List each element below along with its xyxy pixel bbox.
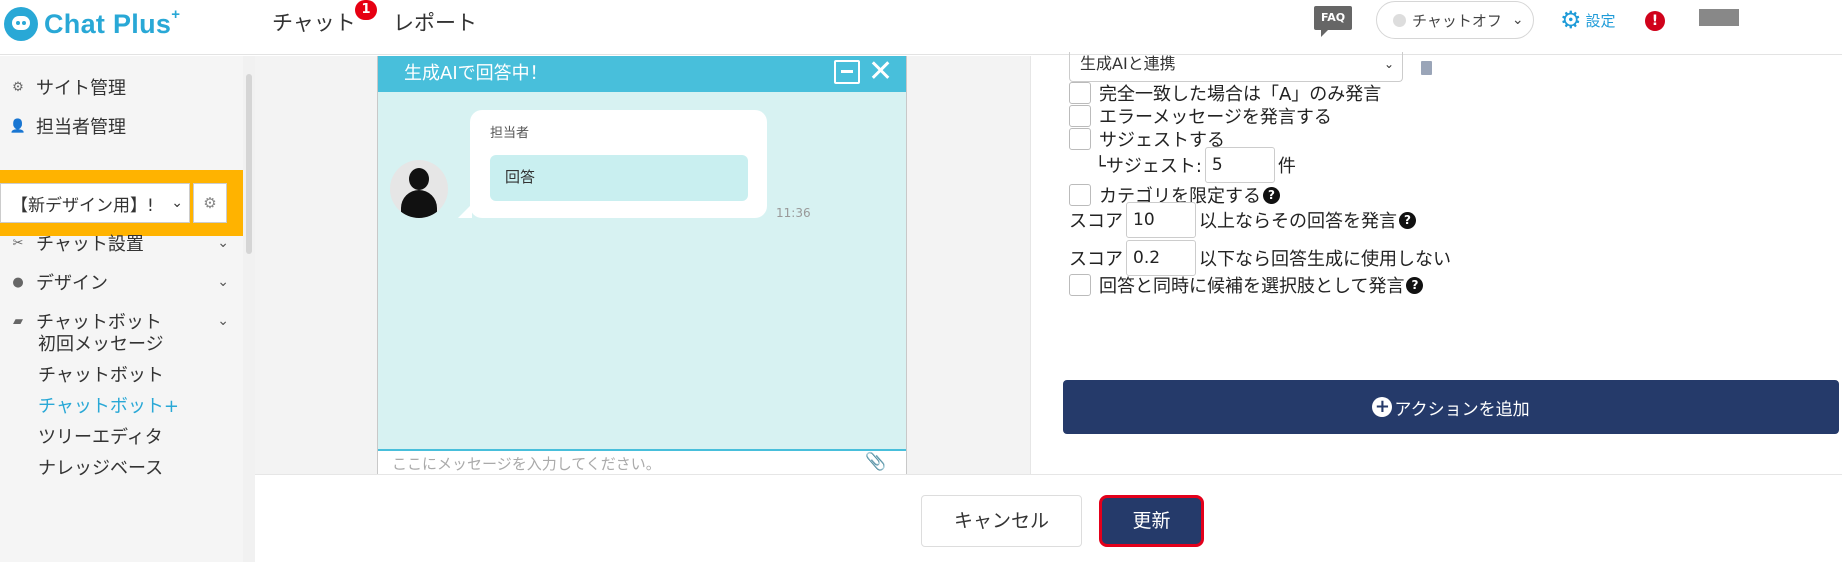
- add-action-label: アクションを追加: [1394, 399, 1530, 420]
- chat-title: 生成AIで回答中！: [404, 63, 548, 84]
- agent-name: 担当者: [490, 126, 530, 141]
- sidebar-subitem-chatbot[interactable]: チャットボット: [38, 361, 164, 387]
- score-high-label: 以上ならその回答を発言: [1199, 211, 1397, 232]
- sidebar-item-staff-management[interactable]: 👤 担当者管理: [0, 113, 243, 139]
- suggest-count-label: └サジェスト:: [1095, 156, 1202, 177]
- mini-toggle[interactable]: [1421, 61, 1432, 75]
- footer-bar: キャンセル 更新: [255, 474, 1842, 562]
- nav-chat[interactable]: チャット: [272, 7, 356, 37]
- logo-text: Chat Plus+: [44, 5, 181, 39]
- answer-text: 回答: [490, 155, 748, 201]
- minimize-icon[interactable]: [834, 60, 860, 84]
- chat-status-label: チャットオフ: [1412, 11, 1502, 30]
- ai-mode-select[interactable]: 生成AIと連携 ⌄: [1069, 52, 1403, 82]
- chevron-down-icon: ⌄: [1383, 57, 1394, 71]
- score-high-row: スコア 10 以上ならその回答を発言 ?: [1069, 202, 1416, 238]
- help-icon[interactable]: ?: [1399, 211, 1416, 229]
- chat-preview-window: 生成AIで回答中！ ✕ 担当者 回答 11:36 ここにメッセージを入力してくだ…: [377, 55, 907, 474]
- chat-message-input[interactable]: ここにメッセージを入力してください。 📎: [378, 449, 906, 474]
- sidebar-item-label: 担当者管理: [36, 117, 126, 138]
- sidebar-item-chat-setup[interactable]: ✂ チャット設置 ⌄: [0, 230, 243, 256]
- faq-icon[interactable]: FAQ: [1314, 6, 1352, 37]
- score-label: スコア: [1069, 211, 1123, 232]
- score-low-input[interactable]: 0.2: [1126, 240, 1196, 276]
- sidebar-item-design[interactable]: ● デザイン ⌄: [0, 269, 243, 295]
- add-action-button[interactable]: + アクションを追加: [1063, 380, 1839, 434]
- candidates-checkbox[interactable]: [1069, 274, 1091, 296]
- score-label: スコア: [1069, 249, 1123, 270]
- cancel-button[interactable]: キャンセル: [921, 495, 1082, 547]
- sidebar-subitem-tree-editor[interactable]: ツリーエディタ: [38, 423, 163, 449]
- error-message-checkbox[interactable]: [1069, 105, 1091, 127]
- chevron-down-icon: ⌄: [171, 195, 183, 211]
- user-gear-icon: 👤: [9, 118, 27, 134]
- gear-icon: ⚙: [12, 79, 24, 95]
- ai-mode-value: 生成AIと連携: [1080, 54, 1176, 73]
- sidebar: ⚙ サイト管理 👤 担当者管理 【新デザイン用】! ⌄ ⚙ ✂ チャット設置 ⌄…: [0, 56, 243, 562]
- update-button[interactable]: 更新: [1099, 495, 1204, 547]
- comments-icon: ▰: [13, 313, 23, 329]
- settings-panel: 生成AIと連携 ⌄ 完全一致した場合は「A」のみ発言 エラーメッセージを発言する…: [1030, 52, 1842, 474]
- tools-icon: ✂: [12, 235, 24, 251]
- option-label: 回答と同時に候補を選択肢として発言: [1099, 276, 1405, 297]
- plus-icon: +: [1372, 397, 1393, 417]
- sidebar-item-site-management[interactable]: ⚙ サイト管理: [0, 74, 243, 100]
- site-settings-gear-icon[interactable]: ⚙: [193, 183, 227, 223]
- close-icon[interactable]: ✕: [868, 55, 893, 89]
- sidebar-item-label: チャット設置: [36, 234, 144, 255]
- message-bubble: 担当者 回答: [458, 110, 767, 218]
- user-menu[interactable]: [1699, 9, 1739, 26]
- suggest-count-row: └サジェスト: 5 件: [1095, 147, 1296, 183]
- suggest-count-input[interactable]: 5: [1204, 147, 1275, 183]
- status-dot-icon: [1393, 13, 1406, 27]
- chevron-down-icon: ⌄: [217, 274, 229, 290]
- sidebar-subitem-first-message[interactable]: 初回メッセージ: [38, 330, 164, 356]
- input-placeholder: ここにメッセージを入力してください。: [392, 455, 661, 473]
- help-icon[interactable]: ?: [1263, 186, 1280, 204]
- message-time: 11:36: [776, 206, 811, 220]
- option-candidates-as-choices[interactable]: 回答と同時に候補を選択肢として発言 ?: [1069, 272, 1424, 298]
- site-select[interactable]: 【新デザイン用】! ⌄: [0, 183, 190, 223]
- gear-icon: ⚙: [1560, 6, 1582, 34]
- chat-bubble-icon: [4, 7, 38, 41]
- score-low-label: 以下なら回答生成に使用しない: [1199, 249, 1451, 270]
- sidebar-subitem-chatbot-plus[interactable]: チャットボット+: [38, 392, 179, 418]
- scrollbar-thumb[interactable]: [246, 74, 252, 254]
- palette-icon: ●: [12, 274, 24, 290]
- sidebar-scrollbar[interactable]: [243, 56, 255, 562]
- logo[interactable]: Chat Plus+: [4, 4, 180, 44]
- chat-status-toggle[interactable]: チャットオフ ⌄: [1376, 1, 1534, 39]
- help-icon[interactable]: ?: [1406, 276, 1424, 294]
- chat-count-badge: 1: [355, 0, 377, 20]
- paperclip-icon[interactable]: 📎: [865, 452, 886, 472]
- score-high-input[interactable]: 10: [1126, 202, 1196, 238]
- top-bar: Chat Plus+ チャット 1 レポート FAQ チャットオフ ⌄ ⚙ 設定…: [0, 0, 1842, 55]
- alert-icon[interactable]: !: [1645, 11, 1665, 31]
- sidebar-item-label: サイト管理: [36, 78, 126, 99]
- settings-link[interactable]: ⚙ 設定: [1560, 6, 1616, 34]
- settings-label: 設定: [1585, 11, 1616, 30]
- sidebar-item-label: デザイン: [36, 273, 108, 294]
- nav-report[interactable]: レポート: [393, 7, 477, 37]
- score-low-row: スコア 0.2 以下なら回答生成に使用しない: [1069, 240, 1451, 276]
- chevron-down-icon: ⌄: [217, 235, 229, 251]
- exact-match-checkbox[interactable]: [1069, 82, 1091, 104]
- suggest-checkbox[interactable]: [1069, 128, 1091, 150]
- chevron-down-icon: ⌄: [1511, 12, 1524, 28]
- site-select-highlight: 【新デザイン用】! ⌄ ⚙: [0, 170, 243, 236]
- chevron-down-icon: ⌄: [217, 313, 229, 329]
- sidebar-subitem-knowledge-base[interactable]: ナレッジベース: [38, 454, 163, 480]
- suggest-unit: 件: [1277, 156, 1296, 177]
- chat-header: 生成AIで回答中！ ✕: [378, 55, 906, 92]
- site-select-value: 【新デザイン用】!: [11, 195, 154, 216]
- avatar: [390, 160, 448, 218]
